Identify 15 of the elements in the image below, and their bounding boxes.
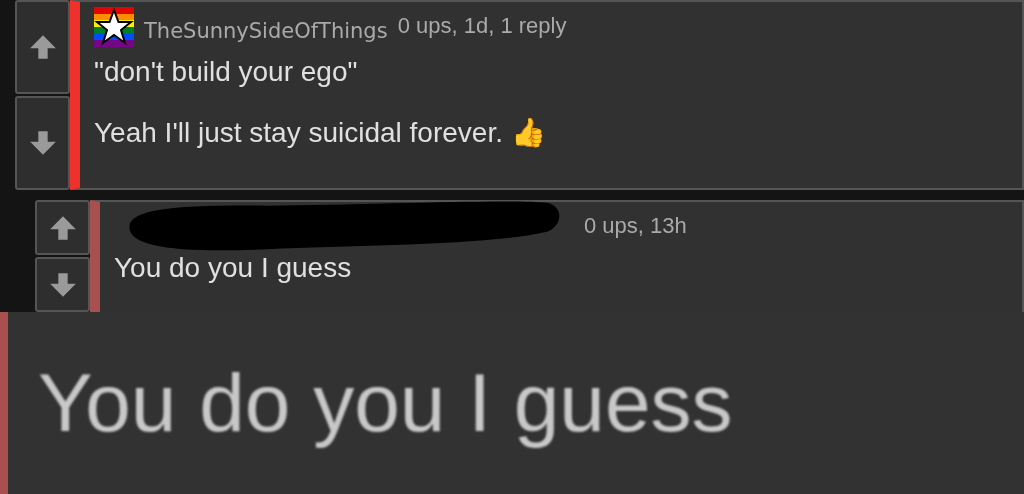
comment-text: Yeah I'll just stay suicidal forever. 👍 [94,116,547,149]
up-arrow-icon [28,33,57,61]
comment-text: "don't build your ego" [94,56,359,88]
down-arrow-icon [28,129,57,157]
comment-text: You do you I guess [114,252,353,284]
comment-meta: 0 ups, 13h [584,213,687,239]
rainbow-star-icon [94,7,134,47]
down-arrow-icon [48,270,77,299]
downvote-button[interactable] [35,257,90,312]
zoomed-text: You do you I guess [38,356,733,450]
username[interactable]: TheSunnySideOfThings [144,19,388,43]
upvote-button[interactable] [35,200,90,255]
upvote-button[interactable] [15,0,70,94]
downvote-button[interactable] [15,96,70,190]
comment-meta: 0 ups, 1d, 1 reply [397,13,567,39]
